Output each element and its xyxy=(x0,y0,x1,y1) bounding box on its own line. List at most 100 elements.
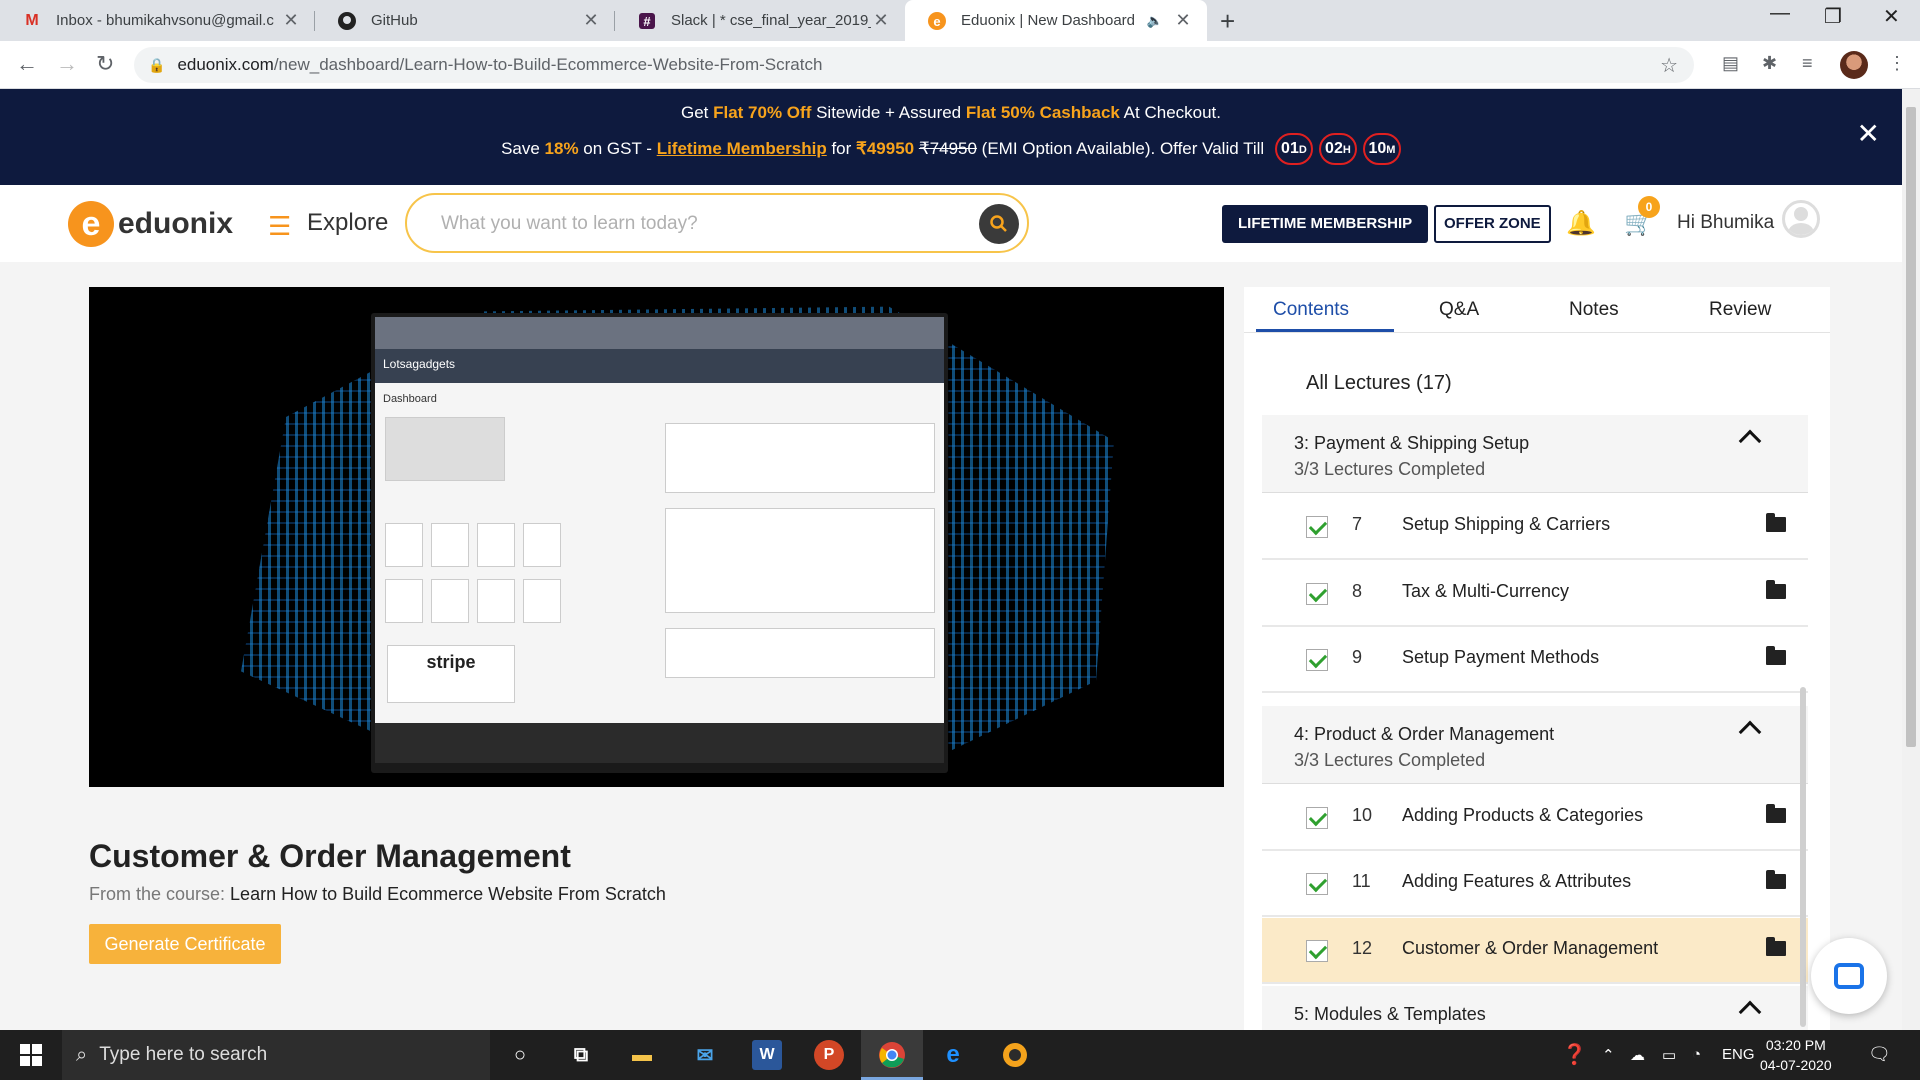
video-player[interactable]: Lotsagadgets Dashboard stripe xyxy=(89,287,1224,787)
course-name-link[interactable]: Learn How to Build Ecommerce Website Fro… xyxy=(230,884,666,904)
search-input[interactable]: What you want to learn today? xyxy=(441,213,698,235)
chrome-icon[interactable] xyxy=(877,1040,907,1070)
folder-icon[interactable] xyxy=(1766,513,1786,532)
section-header[interactable]: 3: Payment & Shipping Setup 3/3 Lectures… xyxy=(1262,415,1808,493)
notifications-icon[interactable]: 🗨 xyxy=(1868,1044,1891,1065)
completed-checkbox[interactable] xyxy=(1306,873,1328,895)
lifetime-membership-button[interactable]: LIFETIME MEMBERSHIP xyxy=(1222,205,1429,243)
lecture-row[interactable]: 10 Adding Products & Categories xyxy=(1262,785,1808,851)
page-scrollbar[interactable] xyxy=(1902,89,1920,1030)
folder-icon[interactable] xyxy=(1766,804,1786,823)
lecture-title-link[interactable]: Setup Shipping & Carriers xyxy=(1402,514,1610,535)
taskbar-search-input[interactable]: Type here to search xyxy=(99,1044,267,1066)
wifi-icon[interactable]: ◔ xyxy=(1692,1046,1701,1063)
help-icon[interactable]: ❓ xyxy=(1562,1042,1587,1067)
close-icon[interactable]: ✕ xyxy=(1173,10,1193,31)
audio-icon[interactable]: 🔈 xyxy=(1147,13,1163,29)
lecture-number: 9 xyxy=(1352,647,1363,667)
menu-icon[interactable]: ⋮ xyxy=(1888,53,1906,74)
completed-checkbox[interactable] xyxy=(1306,583,1328,605)
search-button[interactable] xyxy=(979,204,1019,244)
powerpoint-icon[interactable]: P xyxy=(814,1040,844,1070)
word-icon[interactable]: W xyxy=(752,1040,782,1070)
reload-icon[interactable]: ↻ xyxy=(96,51,114,77)
eduonix-logo[interactable]: e eduonix xyxy=(68,201,233,247)
folder-icon[interactable] xyxy=(1766,646,1786,665)
tab-gmail[interactable]: M Inbox - bhumikahvsonu@gmail.c ✕ xyxy=(0,0,315,41)
language-indicator[interactable]: ENG xyxy=(1722,1046,1755,1063)
lecture-title-link[interactable]: Tax & Multi-Currency xyxy=(1402,581,1569,602)
folder-icon[interactable] xyxy=(1766,870,1786,889)
windows-start-icon[interactable] xyxy=(20,1044,42,1066)
lecture-row[interactable]: 11 Adding Features & Attributes xyxy=(1262,851,1808,917)
hamburger-icon[interactable]: ☰ xyxy=(268,211,291,242)
section-header[interactable]: 5: Modules & Templates xyxy=(1262,986,1808,1031)
tab-github[interactable]: GitHub ✕ xyxy=(315,0,615,41)
cortana-icon[interactable]: ○ xyxy=(505,1040,535,1070)
section-header[interactable]: 4: Product & Order Management 3/3 Lectur… xyxy=(1262,706,1808,784)
tab-qa[interactable]: Q&A xyxy=(1439,299,1479,321)
task-view-icon[interactable]: ⧉ xyxy=(566,1040,596,1070)
battery-icon[interactable]: ▭ xyxy=(1662,1046,1676,1064)
lecture-row[interactable]: 9 Setup Payment Methods xyxy=(1262,627,1808,693)
window-close-icon[interactable]: ✕ xyxy=(1883,4,1900,29)
generate-certificate-button[interactable]: Generate Certificate xyxy=(89,924,281,964)
tab-review[interactable]: Review xyxy=(1709,299,1771,321)
lecture-title-link[interactable]: Customer & Order Management xyxy=(1402,938,1658,959)
bookmark-star-icon[interactable]: ☆ xyxy=(1660,53,1678,78)
offer-zone-button[interactable]: OFFER ZONE xyxy=(1434,205,1551,243)
user-avatar[interactable] xyxy=(1782,200,1820,238)
completed-checkbox[interactable] xyxy=(1306,807,1328,829)
search-box[interactable]: What you want to learn today? xyxy=(405,193,1029,253)
chevron-up-icon[interactable] xyxy=(1738,720,1762,744)
tab-contents[interactable]: Contents xyxy=(1273,299,1349,321)
user-greeting[interactable]: Hi Bhumika xyxy=(1677,212,1774,234)
tab-notes[interactable]: Notes xyxy=(1569,299,1619,321)
lecture-row-current[interactable]: 12 Customer & Order Management xyxy=(1262,918,1808,984)
onedrive-icon[interactable]: ☁ xyxy=(1630,1046,1645,1064)
forward-icon[interactable]: → xyxy=(56,51,78,77)
close-banner-icon[interactable]: ✕ xyxy=(1857,117,1880,150)
maximize-icon[interactable]: ❐ xyxy=(1824,4,1842,29)
tab-eduonix[interactable]: e Eduonix | New Dashboard 🔈 ✕ xyxy=(905,0,1207,41)
puzzle-icon[interactable]: ✱ xyxy=(1762,53,1777,74)
folder-icon[interactable] xyxy=(1766,937,1786,956)
edge-icon[interactable]: e xyxy=(938,1040,968,1070)
file-explorer-icon[interactable]: ▬ xyxy=(627,1040,657,1070)
lecture-row[interactable]: 7 Setup Shipping & Carriers xyxy=(1262,494,1808,560)
new-tab-button[interactable]: + xyxy=(1220,6,1235,37)
lecture-title-link[interactable]: Adding Features & Attributes xyxy=(1402,871,1631,892)
show-hidden-icons[interactable]: ⌃ xyxy=(1602,1046,1615,1064)
extension-icon[interactable]: ▤ xyxy=(1722,53,1739,74)
sidebar-scrollbar[interactable] xyxy=(1800,687,1806,1027)
profile-avatar[interactable] xyxy=(1840,51,1868,79)
chevron-up-icon[interactable] xyxy=(1738,1000,1762,1024)
completed-checkbox[interactable] xyxy=(1306,940,1328,962)
tab-slack[interactable]: # Slack | * cse_final_year_2019_20 ✕ xyxy=(615,0,905,41)
bell-icon[interactable]: 🔔 xyxy=(1566,209,1596,238)
cart-badge: 0 xyxy=(1638,196,1660,218)
scrollbar-thumb[interactable] xyxy=(1906,107,1916,747)
taskbar-search[interactable]: ⌕ Type here to search xyxy=(62,1030,490,1080)
lifetime-membership-link[interactable]: Lifetime Membership xyxy=(657,139,827,159)
close-icon[interactable]: ✕ xyxy=(281,10,301,31)
lecture-title-link[interactable]: Adding Products & Categories xyxy=(1402,805,1643,826)
address-bar-row: ← → ↻ 🔒 eduonix.com/new_dashboard/Learn-… xyxy=(0,41,1920,89)
browser-shield-icon[interactable] xyxy=(1000,1040,1030,1070)
url-field[interactable]: 🔒 eduonix.com/new_dashboard/Learn-How-to… xyxy=(134,47,1694,83)
minimize-icon[interactable]: — xyxy=(1770,2,1790,25)
playlist-icon[interactable]: ≡ xyxy=(1802,53,1813,74)
lecture-row[interactable]: 8 Tax & Multi-Currency xyxy=(1262,561,1808,627)
back-icon[interactable]: ← xyxy=(16,51,38,77)
lecture-title-link[interactable]: Setup Payment Methods xyxy=(1402,647,1599,668)
mail-icon[interactable]: ✉ xyxy=(690,1040,720,1070)
system-clock[interactable]: 03:20 PM 04-07-2020 xyxy=(1760,1035,1832,1075)
completed-checkbox[interactable] xyxy=(1306,516,1328,538)
close-icon[interactable]: ✕ xyxy=(871,10,891,31)
folder-icon[interactable] xyxy=(1766,580,1786,599)
chat-support-button[interactable] xyxy=(1811,938,1887,1014)
explore-link[interactable]: Explore xyxy=(307,209,388,237)
close-icon[interactable]: ✕ xyxy=(581,10,601,31)
chevron-up-icon[interactable] xyxy=(1738,429,1762,453)
completed-checkbox[interactable] xyxy=(1306,649,1328,671)
